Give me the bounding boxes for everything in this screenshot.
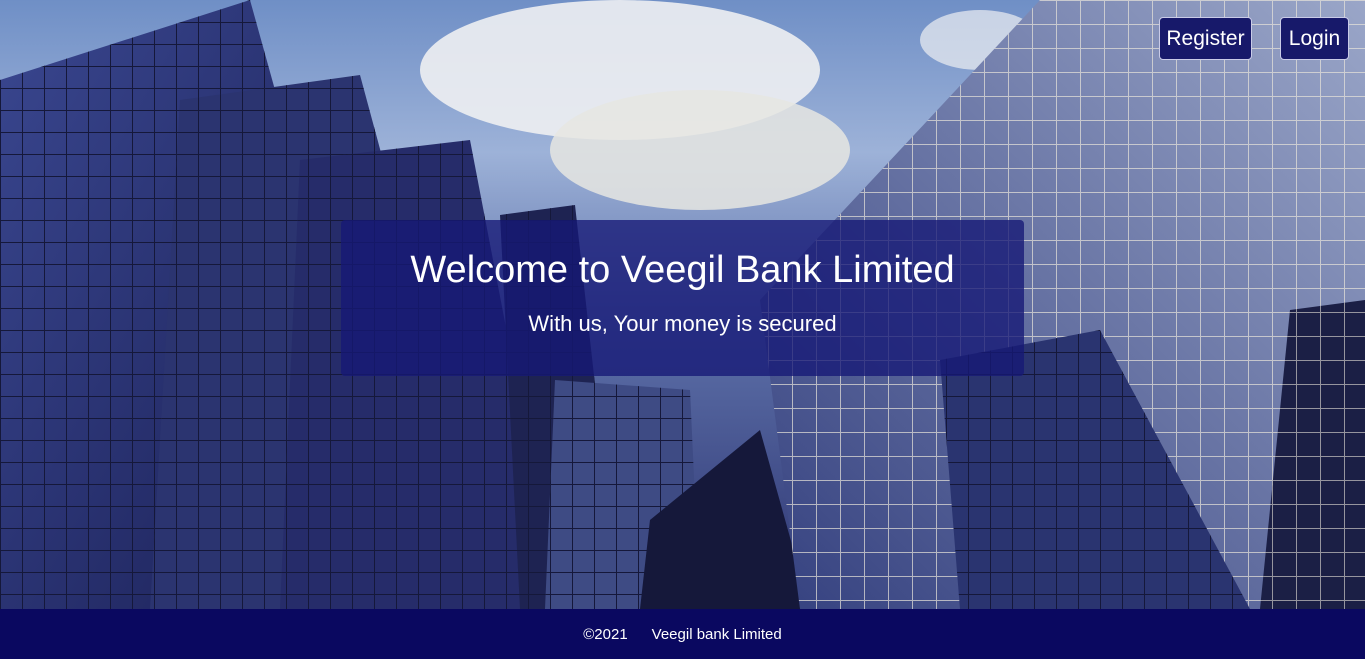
- register-button[interactable]: Register: [1159, 17, 1252, 60]
- welcome-banner: Welcome to Veegil Bank Limited With us, …: [341, 220, 1024, 376]
- welcome-title: Welcome to Veegil Bank Limited: [410, 249, 955, 291]
- footer: ©2021 Veegil bank Limited: [0, 609, 1365, 659]
- footer-copyright: ©2021: [583, 625, 628, 643]
- footer-company-name: Veegil bank Limited: [651, 625, 782, 643]
- login-button[interactable]: Login: [1280, 17, 1349, 60]
- welcome-subtitle: With us, Your money is secured: [528, 311, 837, 336]
